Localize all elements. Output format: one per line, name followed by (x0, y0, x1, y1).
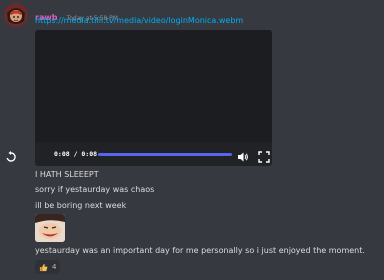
user-avatar[interactable] (4, 3, 28, 27)
video-player[interactable] (35, 30, 272, 166)
video-link[interactable]: https://media.tilii.tv/media/video/login… (35, 16, 243, 25)
sticker-image[interactable] (35, 214, 65, 242)
message-line-1: I HATH SLEEEPT (35, 170, 99, 179)
message-line-3: ill be boring next week (35, 201, 127, 210)
thumbs-up-icon (39, 263, 48, 271)
fullscreen-icon[interactable] (258, 148, 270, 163)
reaction-count: 4 (52, 263, 57, 271)
video-time: 0:08 / 0:08 (54, 150, 98, 158)
video-progress-bar[interactable] (98, 153, 232, 156)
reaction-thumbs-up[interactable]: 4 (35, 260, 61, 274)
message-line-4: yestaurday was an important day for me p… (35, 246, 365, 255)
replay-icon[interactable] (5, 148, 17, 162)
message-line-2: sorry if yestaurday was chaos (35, 185, 155, 194)
video-screen[interactable] (35, 30, 272, 142)
video-progress-fill (98, 153, 232, 156)
volume-icon[interactable] (237, 148, 249, 162)
